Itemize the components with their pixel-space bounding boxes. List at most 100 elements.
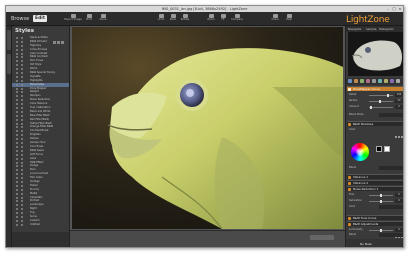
style-preview-icon[interactable] (16, 60, 18, 63)
tool-enable-checkbox[interactable] (348, 188, 351, 191)
style-preview-icon[interactable] (16, 64, 18, 67)
style-preview-icon[interactable] (16, 130, 18, 133)
style-preview-icon[interactable] (16, 126, 18, 129)
style-preview-icon[interactable] (16, 114, 18, 117)
style-apply-icon[interactable] (21, 48, 23, 51)
tool-header-5[interactable]: B&W Tone Curve (347, 215, 403, 232)
style-apply-icon[interactable] (21, 149, 23, 152)
slider-value[interactable]: 0 (395, 199, 403, 203)
style-apply-icon[interactable] (21, 153, 23, 156)
style-preview-icon[interactable] (16, 56, 18, 59)
style-apply-icon[interactable] (21, 145, 23, 148)
style-apply-icon[interactable] (21, 169, 23, 172)
style-apply-icon[interactable] (21, 200, 23, 203)
maximize-icon[interactable]: □ (392, 7, 396, 11)
style-preview-icon[interactable] (16, 219, 18, 222)
slider-value[interactable]: 100 (395, 93, 403, 97)
style-preview-icon[interactable] (16, 215, 18, 218)
slider-knob[interactable] (380, 193, 382, 197)
style-preview-icon[interactable] (16, 208, 18, 211)
tool-enable-checkbox[interactable] (348, 88, 351, 91)
slider-row[interactable]: Luminosity 0 (349, 228, 403, 232)
style-preview-icon[interactable] (16, 142, 18, 145)
style-apply-icon[interactable] (21, 192, 23, 195)
style-apply-icon[interactable] (21, 72, 23, 75)
tool-header-3[interactable]: Vibrance 2 (347, 180, 403, 197)
style-preview-icon[interactable] (16, 153, 18, 156)
style-apply-icon[interactable] (21, 64, 23, 67)
style-preview-icon[interactable] (16, 157, 18, 160)
slider-row[interactable]: Radius 50 (349, 99, 403, 103)
style-apply-icon[interactable] (21, 44, 23, 47)
style-preview-icon[interactable] (16, 87, 18, 90)
blend-mode-select[interactable] (379, 233, 403, 237)
style-preview-icon[interactable] (16, 79, 18, 82)
style-apply-icon[interactable] (21, 79, 23, 82)
style-apply-icon[interactable] (21, 60, 23, 63)
black-white-tool-icon[interactable] (372, 79, 376, 83)
style-preview-icon[interactable] (16, 138, 18, 141)
style-apply-icon[interactable] (21, 184, 23, 187)
sharpen-tool-icon[interactable] (378, 79, 382, 83)
style-apply-icon[interactable] (21, 196, 23, 199)
tool-enable-checkbox[interactable] (348, 223, 351, 226)
style-preview-icon[interactable] (16, 180, 18, 183)
slider-knob[interactable] (380, 228, 382, 232)
style-apply-icon[interactable] (21, 126, 23, 129)
history-vertical-tab[interactable] (7, 54, 11, 74)
noise-reduction-tool-icon[interactable] (390, 79, 394, 83)
color-swatch-black[interactable] (376, 146, 382, 152)
slider-value[interactable]: 50 (395, 99, 403, 103)
style-preview-icon[interactable] (16, 107, 18, 110)
style-apply-icon[interactable] (21, 204, 23, 207)
style-preview-icon[interactable] (16, 184, 18, 187)
style-preview-icon[interactable] (16, 40, 18, 43)
style-preview-icon[interactable] (16, 118, 18, 121)
tone-curve-tool-icon[interactable] (354, 79, 358, 83)
style-apply-icon[interactable] (21, 138, 23, 141)
tool-enable-checkbox[interactable] (348, 176, 351, 179)
style-apply-icon[interactable] (21, 173, 23, 176)
style-preview-icon[interactable] (16, 212, 18, 215)
slider-row[interactable]: Color (349, 128, 403, 132)
color-select[interactable] (379, 205, 403, 209)
style-apply-icon[interactable] (21, 107, 23, 110)
color-balance-tool-icon[interactable] (360, 79, 364, 83)
style-preview-icon[interactable] (16, 99, 18, 102)
slider-track[interactable] (369, 94, 393, 96)
slider-row[interactable]: Blend (349, 166, 403, 170)
style-apply-icon[interactable] (21, 56, 23, 59)
style-preview-icon[interactable] (16, 48, 18, 51)
tool-collapse-icon[interactable] (398, 136, 400, 138)
style-preview-icon[interactable] (16, 196, 18, 199)
slider-row[interactable]: Hue 0 (349, 193, 403, 197)
slider-knob[interactable] (370, 105, 372, 109)
style-apply-icon[interactable] (21, 95, 23, 98)
style-preview-icon[interactable] (16, 177, 18, 180)
tool-header-2[interactable]: Vibrance 1 (347, 174, 403, 191)
tool-header-4[interactable]: Noise Reduction 1 (347, 186, 403, 203)
style-preview-icon[interactable] (16, 110, 18, 113)
slider-row[interactable]: Blend Mode (349, 113, 403, 117)
slider-track[interactable] (369, 100, 393, 102)
style-apply-icon[interactable] (21, 188, 23, 191)
style-preview-icon[interactable] (16, 188, 18, 191)
style-list-item[interactable]: Untitled (12, 223, 69, 227)
style-preview-icon[interactable] (16, 200, 18, 203)
color-swatch-white[interactable] (384, 146, 390, 152)
style-preview-icon[interactable] (16, 91, 18, 94)
style-apply-icon[interactable] (21, 180, 23, 183)
blend-mode-select[interactable] (379, 113, 403, 117)
close-icon[interactable]: × (398, 7, 402, 11)
relight-tool-icon[interactable] (384, 79, 388, 83)
slider-row[interactable]: Detail 100 (349, 93, 403, 97)
slider-value[interactable]: 0 (395, 228, 403, 232)
tool-enable-checkbox[interactable] (348, 123, 351, 126)
slider-value[interactable]: 0 (395, 105, 403, 109)
style-apply-icon[interactable] (21, 177, 23, 180)
image-canvas[interactable] (70, 26, 345, 230)
style-preview-icon[interactable] (16, 165, 18, 168)
style-apply-icon[interactable] (21, 161, 23, 164)
tab-navigator[interactable]: Navigator (348, 27, 362, 31)
color-wheel[interactable] (351, 143, 369, 161)
